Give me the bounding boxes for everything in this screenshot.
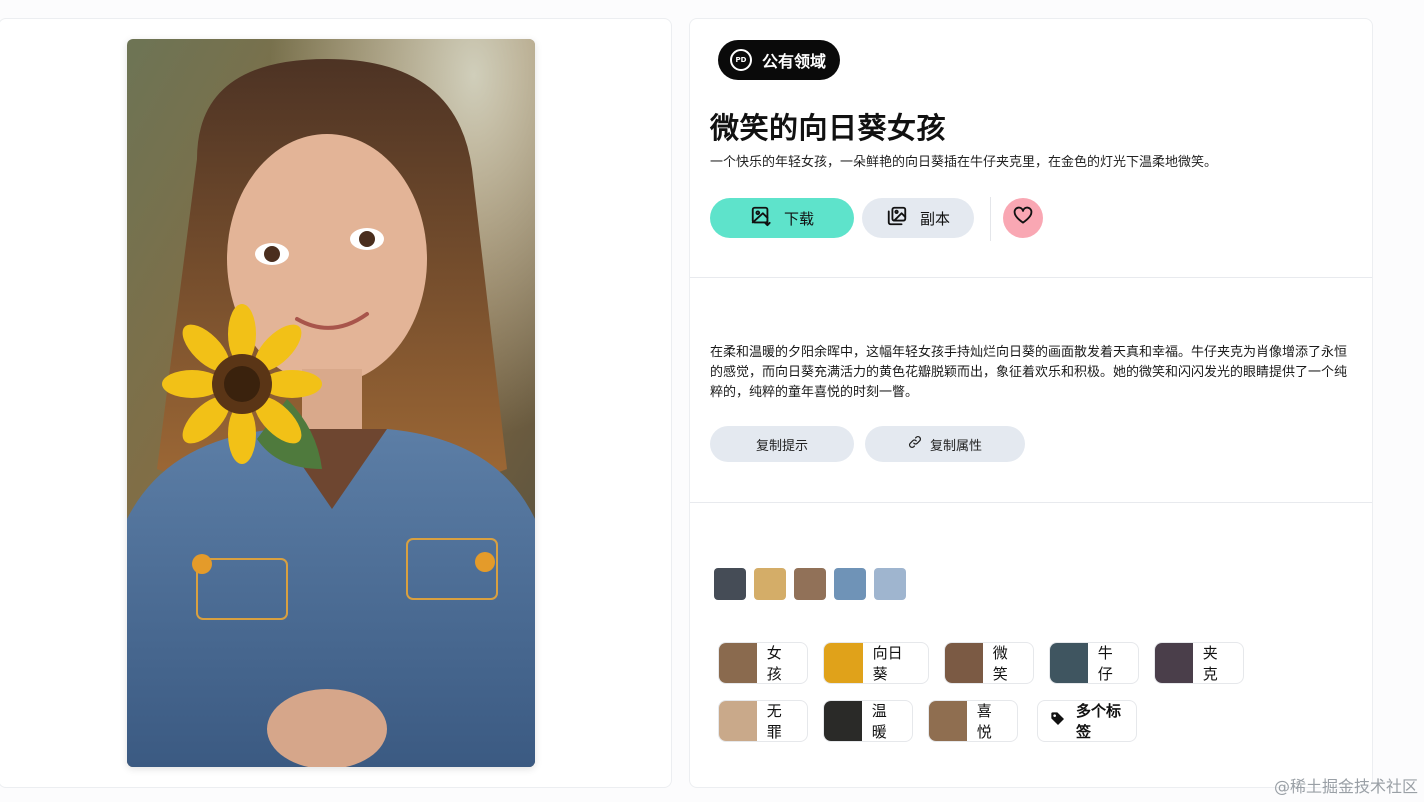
image-title: 微笑的向日葵女孩 xyxy=(710,111,947,145)
download-label: 下载 xyxy=(783,209,814,228)
main-photo[interactable] xyxy=(127,39,535,767)
tag-icon xyxy=(1050,711,1066,731)
tag-label: 牛仔 xyxy=(1097,644,1113,683)
tag-chip[interactable]: 无罪 xyxy=(718,700,808,742)
tag-chip[interactable]: 微笑 xyxy=(944,642,1034,684)
license-badge[interactable]: PD 公有领域 xyxy=(718,40,841,80)
tag-chip[interactable]: 温暖 xyxy=(823,700,913,742)
link-icon xyxy=(908,435,922,453)
color-swatch[interactable] xyxy=(794,568,826,600)
color-swatch[interactable] xyxy=(874,568,906,600)
heart-icon xyxy=(1013,206,1033,230)
license-label: 公有领域 xyxy=(762,52,827,71)
tag-thumbnail xyxy=(929,701,967,741)
color-swatch[interactable] xyxy=(754,568,786,600)
copy-attributes-label: 复制属性 xyxy=(929,438,982,454)
public-domain-icon: PD xyxy=(730,49,752,71)
section-divider xyxy=(690,502,1372,503)
image-subtitle: 一个快乐的年轻女孩，一朵鲜艳的向日葵插在牛仔夹克里，在金色的灯光下温柔地微笑。 xyxy=(710,155,1218,170)
like-button[interactable] xyxy=(1003,198,1043,238)
copy-prompt-label: 复制提示 xyxy=(755,438,808,454)
tag-label: 夹克 xyxy=(1202,644,1218,683)
copy-label: 副本 xyxy=(919,209,950,228)
tag-label: 温暖 xyxy=(871,702,887,741)
color-swatch[interactable] xyxy=(714,568,746,600)
tag-label: 向日葵 xyxy=(872,644,903,683)
tag-thumbnail xyxy=(1155,643,1193,683)
tag-thumbnail xyxy=(824,643,863,683)
more-tags-button[interactable]: 多个标签 xyxy=(1037,700,1137,742)
tag-label: 女孩 xyxy=(766,644,782,683)
copy-attributes-button[interactable]: 复制属性 xyxy=(865,426,1025,462)
tag-thumbnail xyxy=(1050,643,1088,683)
action-divider xyxy=(990,197,991,241)
photo-illustration xyxy=(127,39,535,767)
tag-chip[interactable]: 牛仔 xyxy=(1049,642,1139,684)
copy-prompt-button[interactable]: 复制提示 xyxy=(710,426,854,462)
watermark: @稀土掘金技术社区 xyxy=(1273,777,1418,796)
tag-label: 微笑 xyxy=(992,644,1008,683)
tag-label: 无罪 xyxy=(766,702,782,741)
details-panel: PD 公有领域 微笑的向日葵女孩 一个快乐的年轻女孩，一朵鲜艳的向日葵插在牛仔夹… xyxy=(689,18,1373,788)
copy-button[interactable]: 副本 xyxy=(862,198,974,238)
tag-chip[interactable]: 夹克 xyxy=(1154,642,1244,684)
images-copy-icon xyxy=(886,205,908,231)
image-download-icon xyxy=(750,205,772,231)
color-swatch[interactable] xyxy=(834,568,866,600)
tag-thumbnail xyxy=(945,643,983,683)
tag-chip[interactable]: 喜悦 xyxy=(928,700,1018,742)
tag-thumbnail xyxy=(719,701,757,741)
image-description: 在柔和温暖的夕阳余晖中，这幅年轻女孩手持灿烂向日葵的画面散发着天真和幸福。牛仔夹… xyxy=(710,345,1348,400)
tag-chip[interactable]: 女孩 xyxy=(718,642,808,684)
tag-label: 喜悦 xyxy=(976,702,992,741)
section-divider xyxy=(690,277,1372,278)
tag-chip[interactable]: 向日葵 xyxy=(823,642,929,684)
tag-thumbnail xyxy=(719,643,757,683)
download-button[interactable]: 下载 xyxy=(710,198,854,238)
more-tags-label: 多个标签 xyxy=(1076,702,1122,741)
tag-thumbnail xyxy=(824,701,862,741)
